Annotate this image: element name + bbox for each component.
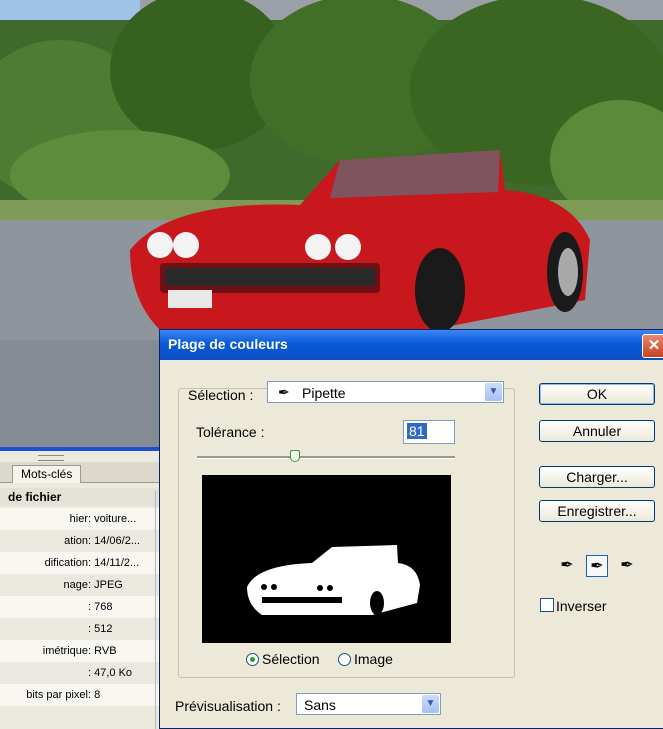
tolerance-input[interactable]: 81 <box>403 420 455 444</box>
chevron-down-icon[interactable]: ▼ <box>485 383 502 401</box>
info-row: : 512 <box>0 618 160 640</box>
tolerance-slider-track[interactable] <box>197 456 455 459</box>
eyedropper-icon: ✒ <box>278 384 290 400</box>
eyedropper-icon[interactable]: ✒ <box>556 555 578 577</box>
panel-grip[interactable] <box>38 455 64 461</box>
eyedropper-minus-icon[interactable]: ✒ <box>616 555 638 577</box>
info-value: : RVB <box>88 645 117 657</box>
info-row: : 47,0 Ko <box>0 662 160 684</box>
info-row: : 768 <box>0 596 160 618</box>
info-row: nage: JPEG <box>0 574 160 596</box>
info-row: hier: voiture... <box>0 508 160 530</box>
column-divider <box>155 491 156 729</box>
invert-checkbox[interactable]: Inverser <box>540 598 607 614</box>
info-key: imétrique <box>42 645 88 657</box>
info-row: bits par pixel: 8 <box>0 684 160 706</box>
close-button[interactable]: ✕ <box>642 334 663 358</box>
preview-label: Prévisualisation : <box>175 698 281 714</box>
preview-value: Sans <box>304 697 336 713</box>
tolerance-slider-thumb[interactable] <box>290 450 301 462</box>
section-header: de fichier <box>0 488 160 506</box>
radio-image[interactable]: Image <box>338 651 393 667</box>
info-rows: hier: voiture... ation: 14/06/2... dific… <box>0 508 160 706</box>
info-key: dification <box>44 557 88 569</box>
load-button[interactable]: Charger... <box>539 466 655 488</box>
info-value: : 14/06/2... <box>88 535 140 547</box>
tolerance-value: 81 <box>407 423 427 439</box>
info-row: dification: 14/11/2... <box>0 552 160 574</box>
radio-image-dot[interactable] <box>338 653 351 666</box>
info-value: : 768 <box>88 601 113 613</box>
info-value: : voiture... <box>88 513 137 525</box>
selection-value: Pipette <box>302 385 346 401</box>
radio-selection-dot[interactable] <box>246 653 259 666</box>
info-value: : 8 <box>88 689 101 701</box>
chevron-down-icon[interactable]: ▼ <box>422 695 439 713</box>
tab-keywords[interactable]: Mots-clés <box>12 465 82 483</box>
radio-image-label: Image <box>354 651 393 667</box>
info-row: ation: 14/06/2... <box>0 530 160 552</box>
info-value: : 14/11/2... <box>88 557 140 569</box>
info-value: : JPEG <box>88 579 123 591</box>
info-key: ation <box>64 535 88 547</box>
ok-button[interactable]: OK <box>539 383 655 405</box>
info-key: bits par pixel <box>26 689 88 701</box>
invert-checkbox-box[interactable] <box>540 598 554 612</box>
panel-tab-bar: Mots-clés <box>0 462 160 483</box>
selection-preview <box>202 475 451 643</box>
file-info-panel: Mots-clés de fichier hier: voiture... at… <box>0 447 160 729</box>
cancel-button[interactable]: Annuler <box>539 420 655 442</box>
radio-selection-label: Sélection <box>262 651 320 667</box>
selection-dropdown[interactable]: ✒ Pipette ▼ <box>267 381 504 403</box>
info-value: : 47,0 Ko <box>88 667 133 679</box>
color-range-dialog: Plage de couleurs ✕ Sélection : ✒ Pipett… <box>159 329 663 729</box>
info-row: imétrique: RVB <box>0 640 160 662</box>
tolerance-label: Tolérance : <box>196 424 265 440</box>
info-value: : 512 <box>88 623 113 635</box>
preview-dropdown[interactable]: Sans ▼ <box>296 693 441 715</box>
save-button[interactable]: Enregistrer... <box>539 500 655 522</box>
selection-label: Sélection : <box>188 387 254 403</box>
dialog-title: Plage de couleurs <box>168 336 288 352</box>
radio-selection[interactable]: Sélection <box>246 651 320 667</box>
dialog-titlebar[interactable]: Plage de couleurs ✕ <box>160 330 663 360</box>
invert-label: Inverser <box>556 598 607 614</box>
info-key: hier <box>69 513 88 525</box>
eyedropper-plus-icon[interactable]: ✒ <box>586 555 608 577</box>
info-key: nage <box>63 579 88 591</box>
